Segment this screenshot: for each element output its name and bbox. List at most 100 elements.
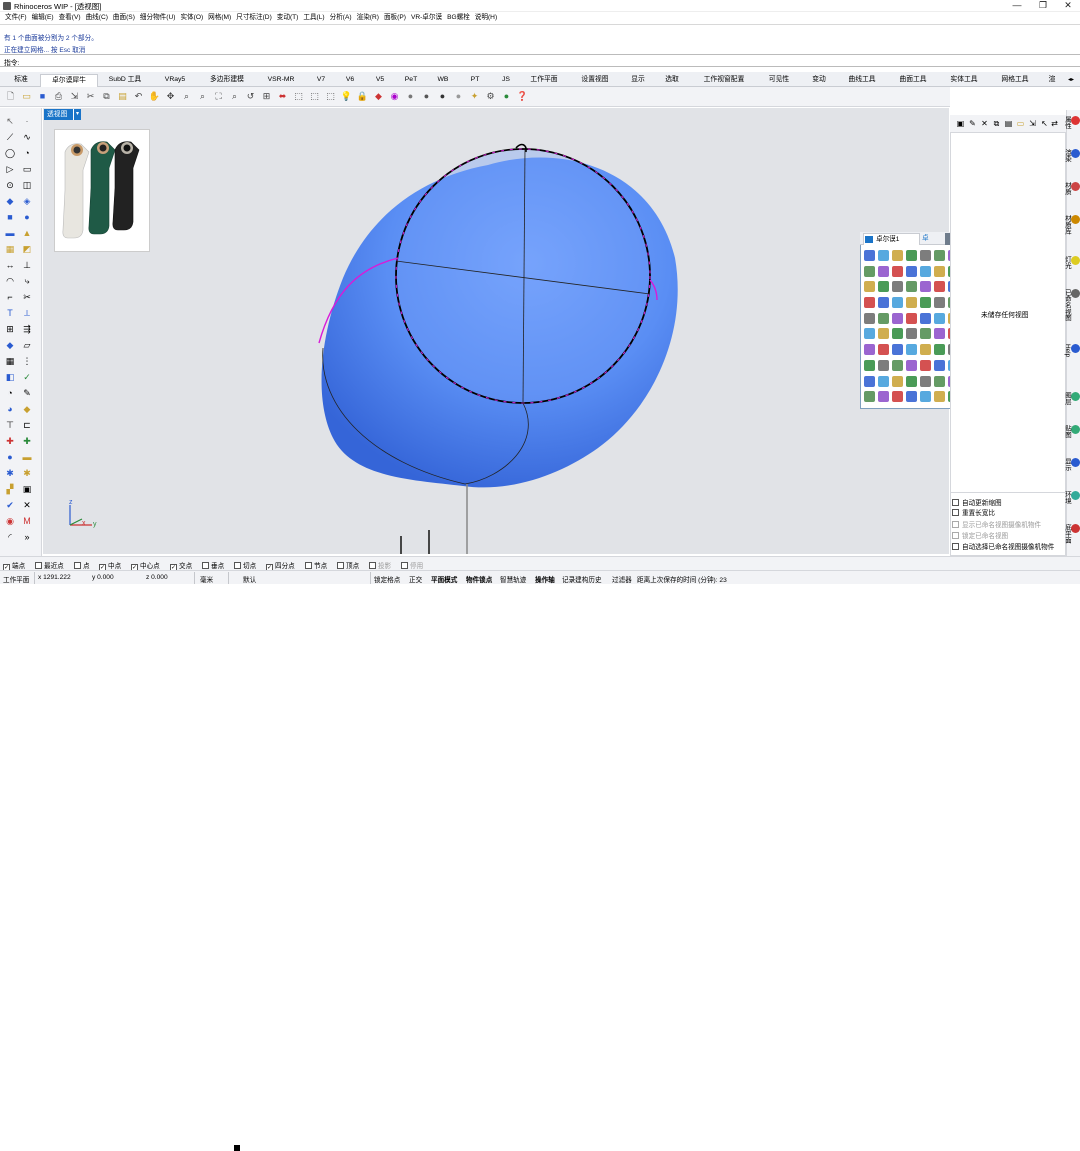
floating-tool-icon[interactable] <box>892 391 903 403</box>
mesh-icon[interactable]: ▦ <box>3 242 17 256</box>
floating-tool-icon[interactable] <box>920 328 931 340</box>
arc-icon[interactable]: ◔ <box>20 146 34 160</box>
floating-tool-icon[interactable] <box>934 359 945 371</box>
floating-tool-icon[interactable] <box>920 359 931 371</box>
menu-analyze[interactable]: 分析(A) <box>328 12 355 23</box>
floating-tool-icon[interactable] <box>906 328 917 340</box>
floating-tool-icon[interactable] <box>892 250 903 261</box>
tab-subd[interactable]: SubD 工具 <box>100 74 150 87</box>
tab-transform[interactable]: 变动 <box>802 74 836 87</box>
new-file-icon[interactable]: 🗋 <box>4 90 17 103</box>
tab-mesh-tools[interactable]: 网格工具 <box>990 74 1040 87</box>
align-icon[interactable]: ✚ <box>20 434 34 448</box>
tab-v6[interactable]: V6 <box>336 74 364 87</box>
lock-icon[interactable]: 🔒 <box>356 90 369 103</box>
floating-tool-icon[interactable] <box>892 328 903 340</box>
floating-tool-icon[interactable] <box>878 328 889 340</box>
cut-icon[interactable]: ✂ <box>84 90 97 103</box>
floating-tool-icon[interactable] <box>934 281 945 293</box>
grid-icon[interactable]: ⋮ <box>20 354 34 368</box>
check-icon[interactable]: ✓ <box>20 370 34 384</box>
floating-tool-icon[interactable] <box>906 312 917 324</box>
light-bulb-icon[interactable]: 💡 <box>340 90 353 103</box>
floating-tool-icon[interactable] <box>934 250 945 261</box>
floating-tool-icon[interactable] <box>920 250 931 261</box>
print-icon[interactable]: ⎙ <box>52 90 65 103</box>
rotate-view-icon[interactable]: ✥ <box>164 90 177 103</box>
osnap-option[interactable]: 点 <box>74 560 90 570</box>
floating-tool-icon[interactable] <box>864 344 875 356</box>
dimension-icon[interactable]: ↔ <box>3 258 17 272</box>
status-smarttrack[interactable]: 智慧轨迹 <box>500 574 526 584</box>
undo-view-icon[interactable]: ↺ <box>244 90 257 103</box>
sphere-icon[interactable]: ● <box>20 210 34 224</box>
clipping-plane-icon[interactable]: ⊏ <box>20 418 34 432</box>
osnap-option[interactable]: 垂点 <box>202 560 224 570</box>
floating-tool-icon[interactable] <box>878 250 889 261</box>
point-icon[interactable]: · <box>20 114 34 128</box>
perspective-viewport[interactable] <box>43 108 949 554</box>
snap-icon[interactable]: ⬚ <box>324 90 337 103</box>
fillet-curve-icon[interactable]: ⊙ <box>3 178 17 192</box>
floating-tool-icon[interactable] <box>934 265 945 277</box>
unchecked-box-icon[interactable] <box>369 562 376 569</box>
ghosted-sphere-icon[interactable]: ● <box>452 90 465 103</box>
tab-standard[interactable]: 标准 <box>4 74 38 87</box>
curve-icon[interactable]: ∿ <box>20 130 34 144</box>
menu-transform[interactable]: 变动(T) <box>275 12 302 23</box>
floating-tool-icon[interactable] <box>920 312 931 324</box>
side-tab[interactable]: 灯光 <box>1064 255 1080 268</box>
menu-subd[interactable]: 细分物件(U) <box>138 12 179 23</box>
tab-select[interactable]: 选取 <box>654 74 690 87</box>
text-icon[interactable]: ⊥ <box>20 258 34 272</box>
menu-mesh[interactable]: 网格(M) <box>206 12 234 23</box>
floating-tool-icon[interactable] <box>864 250 875 261</box>
side-tab[interactable]: 图层 <box>1064 392 1080 405</box>
option-auto-select-camera[interactable]: 自动选择已命名视图摄像机物件 <box>952 541 1054 551</box>
floating-tool-icon[interactable] <box>892 359 903 371</box>
menu-solid[interactable]: 实体(O) <box>178 12 206 23</box>
restore-button[interactable]: ❐ <box>1030 0 1056 12</box>
block-icon[interactable]: ▞ <box>3 482 17 496</box>
side-tab[interactable]: 属性 <box>1064 116 1080 129</box>
option-reset-aspect[interactable]: 重置长宽比 <box>952 507 995 517</box>
save-icon[interactable]: ■ <box>36 90 49 103</box>
zoom-extents-icon[interactable]: ⛶ <box>212 90 225 103</box>
tab-wb[interactable]: WB <box>428 74 458 87</box>
help-icon[interactable]: ❓ <box>516 90 529 103</box>
floating-tool-icon[interactable] <box>864 359 875 371</box>
cylinder-icon[interactable]: ▬ <box>3 226 17 240</box>
side-tab[interactable]: 显示 <box>1064 458 1080 471</box>
bend-icon[interactable]: ✱ <box>20 466 34 480</box>
offset-icon[interactable]: ◫ <box>20 178 34 192</box>
viewport-dropdown-icon[interactable]: ▾ <box>73 109 81 120</box>
status-grid-snap[interactable]: 锁定格点 <box>374 574 400 584</box>
unchecked-box-icon[interactable] <box>74 562 81 569</box>
grid-array-icon[interactable]: ▦ <box>3 354 17 368</box>
tab-v5[interactable]: V5 <box>366 74 394 87</box>
zoom-icon[interactable]: ⌕ <box>180 90 193 103</box>
draft-icon[interactable]: ◆ <box>20 402 34 416</box>
tab-v7[interactable]: V7 <box>308 74 334 87</box>
side-tab[interactable]: 贴图 <box>1064 425 1080 438</box>
floating-tool-icon[interactable] <box>920 265 931 277</box>
zebra-icon[interactable]: ◕ <box>3 402 17 416</box>
color-wheel-icon[interactable]: ◉ <box>388 90 401 103</box>
floating-tool-icon[interactable] <box>864 281 875 293</box>
unchecked-box-icon[interactable] <box>305 562 312 569</box>
floating-tool-icon[interactable] <box>892 265 903 277</box>
osnap-option[interactable]: 最近点 <box>35 560 64 570</box>
menu-help[interactable]: 说明(H) <box>473 12 500 23</box>
menu-panels[interactable]: 面板(P) <box>382 12 409 23</box>
measure-icon[interactable]: ✎ <box>20 386 34 400</box>
menu-edit[interactable]: 编辑(E) <box>30 12 57 23</box>
tab-visibility[interactable]: 可见性 <box>758 74 800 87</box>
floating-tool-icon[interactable] <box>906 250 917 261</box>
cplane-icon[interactable]: ⬌ <box>276 90 289 103</box>
floating-tool-icon[interactable] <box>864 297 875 309</box>
status-history[interactable]: 记录建构历史 <box>562 574 602 584</box>
curvature-icon[interactable]: ◔ <box>3 386 17 400</box>
unchecked-box-icon[interactable] <box>337 562 344 569</box>
tab-pt[interactable]: PT <box>460 74 490 87</box>
gumball-icon[interactable]: ✚ <box>3 434 17 448</box>
